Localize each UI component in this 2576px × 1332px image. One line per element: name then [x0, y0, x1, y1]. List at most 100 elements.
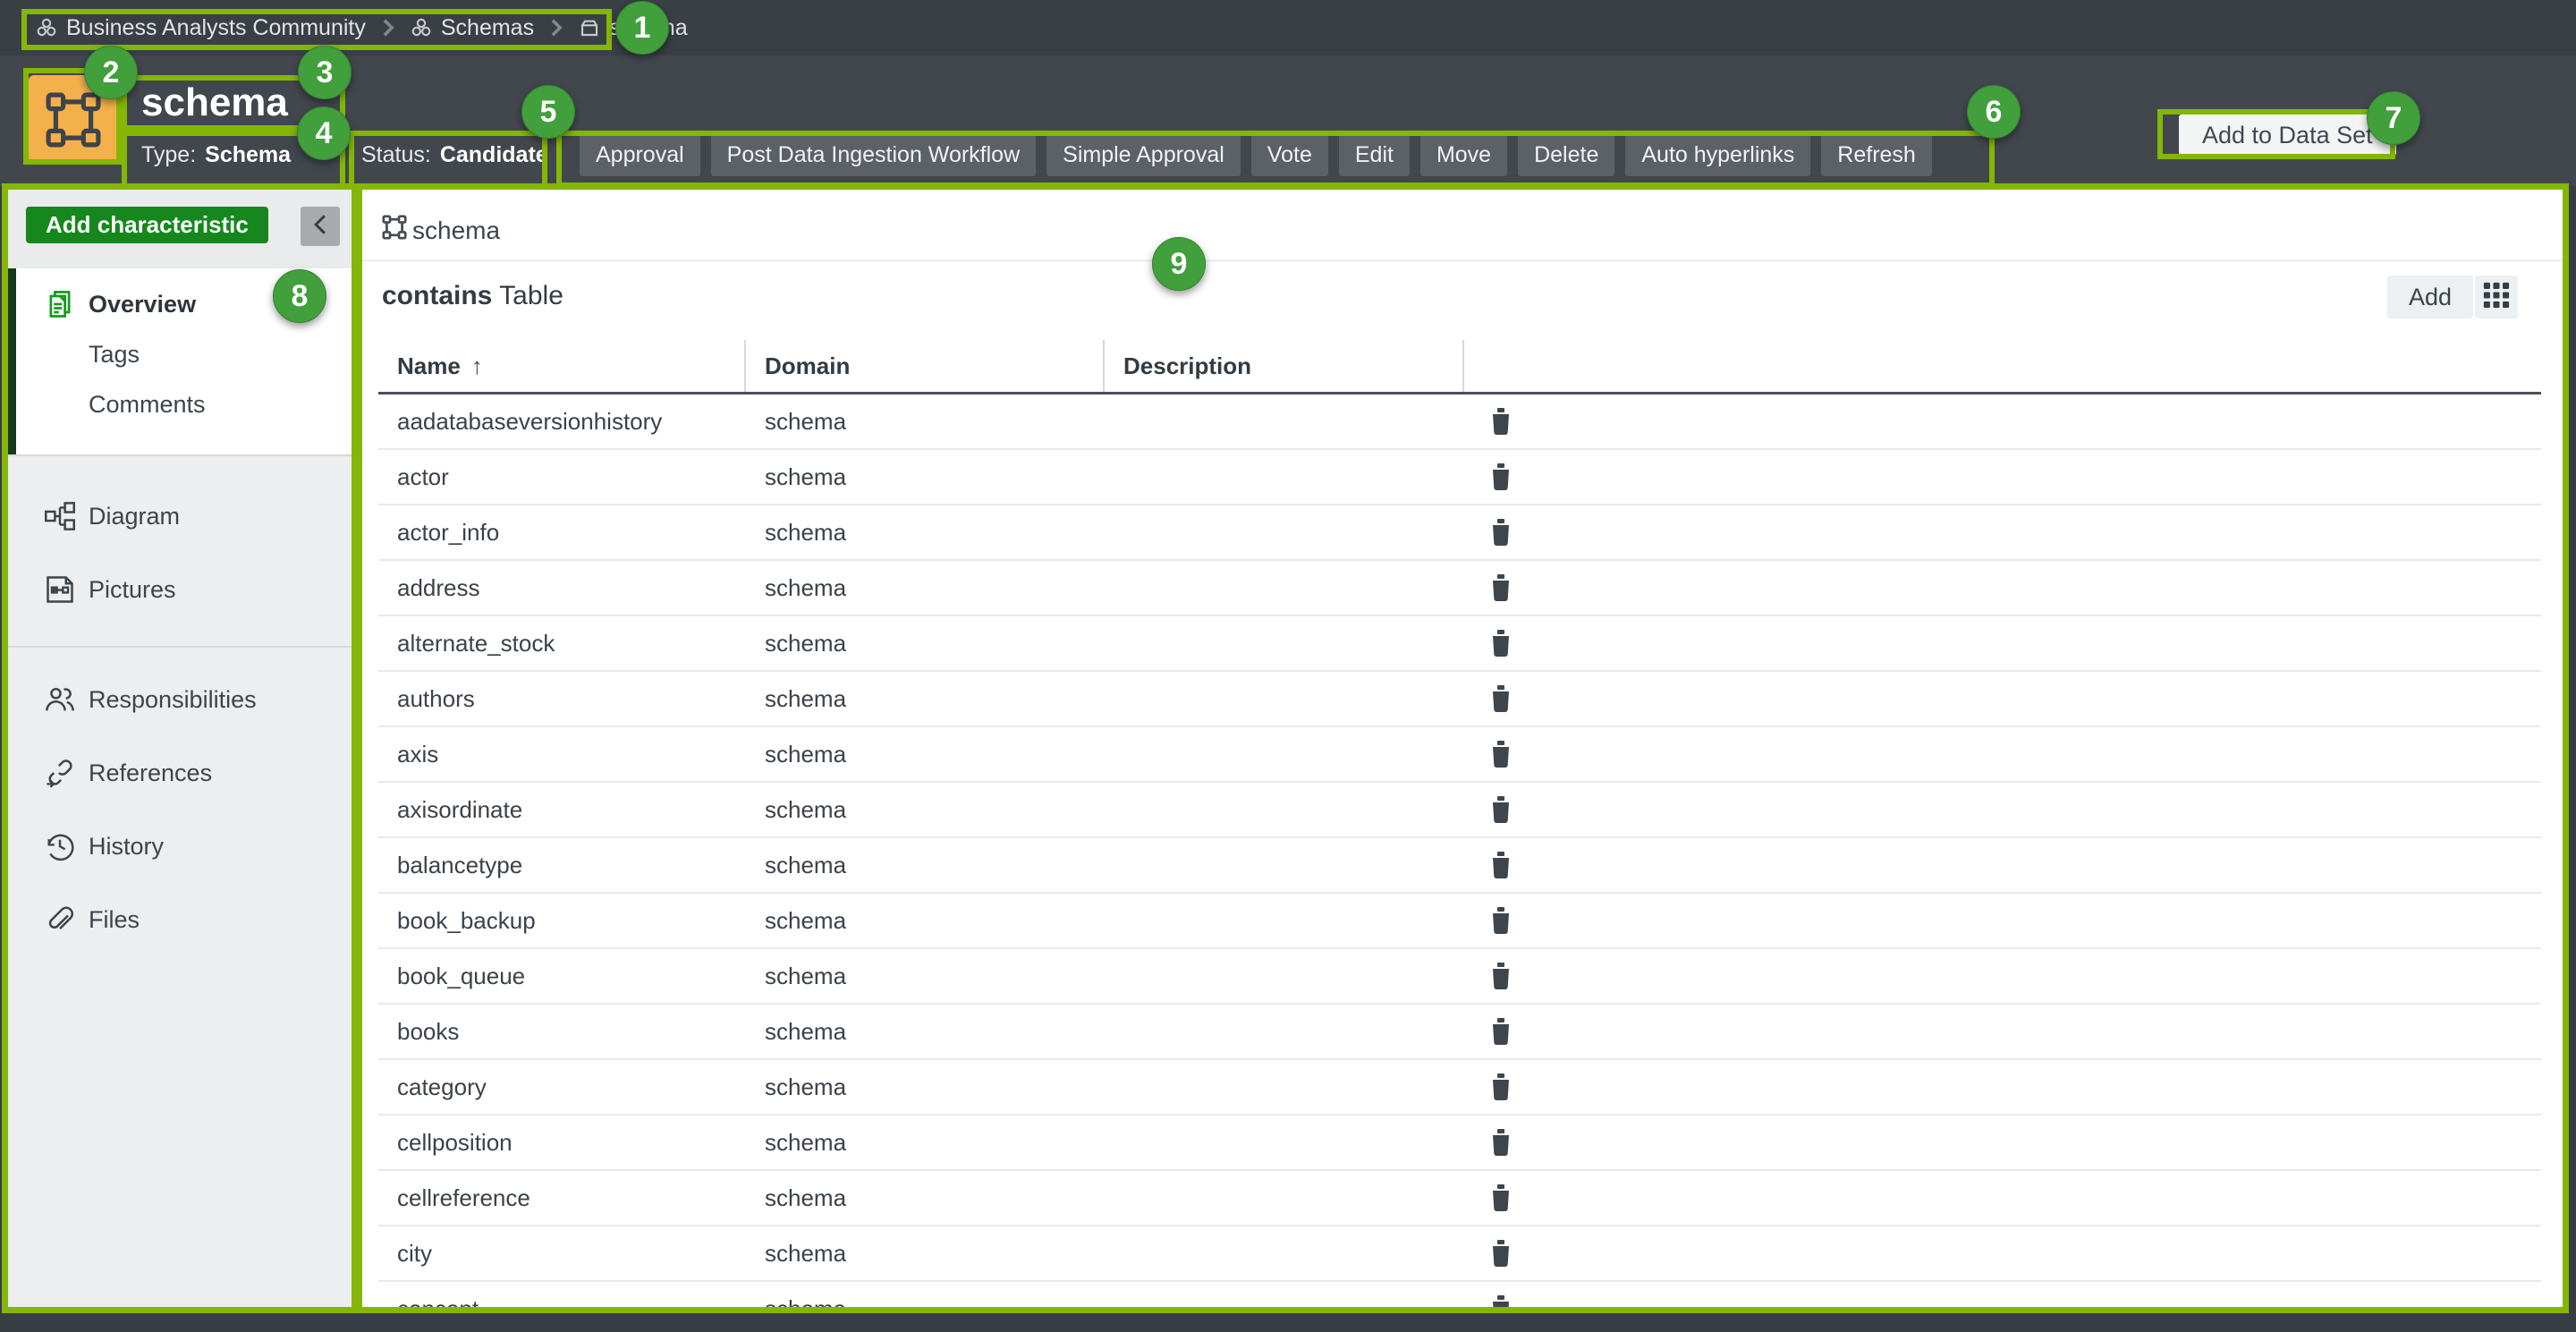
toolbar-button-simple-approval[interactable]: Simple Approval — [1046, 134, 1241, 176]
table-row[interactable]: category schema — [378, 1060, 2541, 1116]
delete-row-button[interactable] — [1489, 1129, 1513, 1157]
content-area: Add characteristic — [2, 183, 2569, 1313]
cell-domain: schema — [746, 1129, 1105, 1157]
sidebar-item-comments[interactable]: Comments — [8, 379, 352, 429]
sidebar-collapse-button[interactable] — [301, 207, 340, 246]
toolbar-button-move[interactable]: Move — [1420, 134, 1507, 176]
delete-row-button[interactable] — [1489, 907, 1513, 935]
pictures-icon — [44, 573, 76, 606]
cell-name: actor — [378, 463, 746, 491]
delete-row-button[interactable] — [1489, 852, 1513, 879]
toolbar-button-vote[interactable]: Vote — [1251, 134, 1328, 176]
annotation-sidebar-main-divider — [352, 190, 362, 1307]
toolbar-button-refresh[interactable]: Refresh — [1821, 134, 1932, 176]
cell-domain: schema — [746, 796, 1105, 824]
cell-domain: schema — [746, 852, 1105, 879]
cell-name: actor_info — [378, 519, 746, 547]
table-row[interactable]: aadatabaseversionhistory schema — [378, 395, 2541, 450]
delete-row-button[interactable] — [1489, 519, 1513, 547]
breadcrumb-label: Schemas — [441, 15, 534, 41]
table-row[interactable]: balancetype schema — [378, 838, 2541, 894]
delete-row-button[interactable] — [1489, 630, 1513, 658]
add-button[interactable]: Add — [2387, 276, 2473, 318]
delete-row-button[interactable] — [1489, 574, 1513, 602]
toolbar-button-post-data-ingestion-workflow[interactable]: Post Data Ingestion Workflow — [711, 134, 1036, 176]
delete-row-button[interactable] — [1489, 463, 1513, 491]
sidebar-item-references[interactable]: References — [8, 736, 352, 810]
grid-view-button[interactable] — [2475, 276, 2518, 318]
table-row[interactable]: axis schema — [378, 727, 2541, 783]
cell-name: address — [378, 574, 746, 602]
table-row[interactable]: cellposition schema — [378, 1116, 2541, 1171]
toolbar-button-approval[interactable]: Approval — [580, 134, 700, 176]
toolbar-button-delete[interactable]: Delete — [1518, 134, 1614, 176]
table-row[interactable]: concept schema — [378, 1282, 2541, 1307]
toolbar-button-edit[interactable]: Edit — [1339, 134, 1410, 176]
schema-glyph-icon — [382, 215, 407, 246]
delete-row-button[interactable] — [1489, 1184, 1513, 1212]
sidebar-section-overview: Overview Tags Comments — [8, 268, 352, 454]
delete-row-button[interactable] — [1489, 1018, 1513, 1046]
cell-domain: schema — [746, 519, 1105, 547]
column-header-description[interactable]: Description — [1105, 340, 1464, 392]
sidebar-item-history[interactable]: History — [8, 810, 352, 883]
chevron-right-icon — [380, 18, 396, 38]
asset-type-value: Schema — [205, 142, 291, 168]
diagram-icon — [44, 500, 76, 532]
breadcrumb-item-schemas[interactable]: Schemas — [411, 15, 534, 41]
divider — [8, 646, 352, 648]
chevron-left-icon — [310, 213, 330, 241]
delete-row-button[interactable] — [1489, 1295, 1513, 1308]
screen: Business Analysts Community Schemas sche… — [0, 0, 2576, 1332]
delete-row-button[interactable] — [1489, 1073, 1513, 1101]
divider — [362, 259, 2563, 262]
table-row[interactable]: axisordinate schema — [378, 783, 2541, 838]
delete-row-button[interactable] — [1489, 408, 1513, 436]
cell-domain: schema — [746, 574, 1105, 602]
chevron-right-icon — [548, 18, 564, 38]
sidebar-item-diagram[interactable]: Diagram — [8, 479, 352, 553]
sidebar-item-pictures[interactable]: Pictures — [8, 553, 352, 626]
breadcrumb: Business Analysts Community Schemas sche… — [0, 0, 2576, 55]
table-row[interactable]: city schema — [378, 1226, 2541, 1282]
community-icon — [36, 17, 57, 38]
column-header-actions — [1464, 340, 2541, 392]
table-row[interactable]: authors schema — [378, 672, 2541, 727]
asset-type: Type:Schema — [141, 134, 291, 175]
asset-label: schema — [382, 215, 500, 246]
community-icon — [411, 17, 432, 38]
add-to-dataset-button[interactable]: Add to Data Set — [2179, 115, 2396, 156]
table-row[interactable]: book_queue schema — [378, 949, 2541, 1005]
table-row[interactable]: alternate_stock schema — [378, 616, 2541, 672]
asset-box-icon — [579, 17, 600, 38]
column-header-name[interactable]: Name↑ — [378, 340, 746, 392]
overview-doc-icon — [44, 288, 76, 320]
paperclip-icon — [44, 904, 76, 936]
cell-name: alternate_stock — [378, 630, 746, 658]
sidebar-item-responsibilities[interactable]: Responsibilities — [8, 663, 352, 736]
sidebar-item-overview[interactable]: Overview — [8, 279, 352, 329]
toolbar-button-auto-hyperlinks[interactable]: Auto hyperlinks — [1625, 134, 1810, 176]
delete-row-button[interactable] — [1489, 963, 1513, 990]
cell-domain: schema — [746, 408, 1105, 436]
table-body: aadatabaseversionhistory schema actor sc… — [378, 395, 2541, 1307]
breadcrumb-item-schema[interactable]: schema — [579, 15, 688, 41]
delete-row-button[interactable] — [1489, 796, 1513, 824]
column-header-domain[interactable]: Domain — [746, 340, 1105, 392]
table-row[interactable]: cellreference schema — [378, 1171, 2541, 1226]
delete-row-button[interactable] — [1489, 741, 1513, 768]
contains-table: Name↑ Domain Description aadatabaseversi… — [378, 340, 2541, 1307]
sidebar-item-tags[interactable]: Tags — [8, 329, 352, 379]
table-row[interactable]: address schema — [378, 561, 2541, 616]
delete-row-button[interactable] — [1489, 1240, 1513, 1268]
table-row[interactable]: actor schema — [378, 450, 2541, 505]
table-row[interactable]: books schema — [378, 1005, 2541, 1060]
divider — [8, 454, 352, 456]
table-row[interactable]: book_backup schema — [378, 894, 2541, 949]
sidebar-item-files[interactable]: Files — [8, 883, 352, 956]
table-row[interactable]: actor_info schema — [378, 505, 2541, 561]
cell-name: books — [378, 1018, 746, 1046]
add-characteristic-button[interactable]: Add characteristic — [26, 207, 268, 243]
delete-row-button[interactable] — [1489, 685, 1513, 713]
breadcrumb-item-community[interactable]: Business Analysts Community — [36, 15, 366, 41]
